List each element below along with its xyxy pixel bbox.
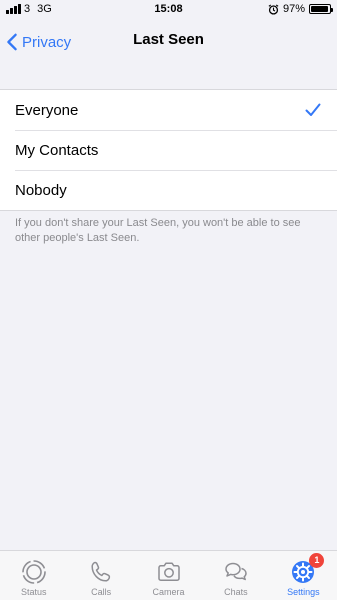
notification-badge: 1 bbox=[309, 553, 325, 568]
battery-percent: 97% bbox=[282, 3, 305, 15]
option-my-contacts[interactable]: My Contacts bbox=[0, 130, 337, 170]
navigation-bar: Privacy Last Seen bbox=[0, 20, 337, 64]
option-everyone[interactable]: Everyone bbox=[0, 90, 337, 130]
tab-calls[interactable]: Calls bbox=[67, 551, 134, 600]
tab-chats[interactable]: Chats bbox=[202, 551, 269, 600]
tab-bar: Status Calls Camera Chats 1 Settings bbox=[0, 550, 337, 600]
chat-bubbles-icon bbox=[225, 562, 247, 581]
status-right: 97% bbox=[268, 3, 333, 15]
tab-label: Chats bbox=[224, 587, 248, 597]
battery-icon bbox=[309, 4, 333, 14]
camera-icon bbox=[157, 562, 180, 582]
footnote-text: If you don't share your Last Seen, you w… bbox=[15, 217, 301, 244]
option-label: My Contacts bbox=[15, 141, 99, 159]
tab-camera[interactable]: Camera bbox=[135, 551, 202, 600]
tab-status[interactable]: Status bbox=[0, 551, 67, 600]
checkmark-icon bbox=[305, 103, 321, 116]
tab-settings[interactable]: 1 Settings bbox=[270, 551, 337, 600]
last-seen-options: Everyone My Contacts Nobody bbox=[0, 89, 337, 211]
status-icon bbox=[21, 560, 46, 584]
option-label: Everyone bbox=[15, 101, 79, 119]
tab-label: Camera bbox=[152, 587, 185, 597]
option-label: Nobody bbox=[15, 181, 67, 199]
tab-label: Status bbox=[20, 587, 47, 597]
tab-label: Settings bbox=[287, 587, 320, 597]
page-title: Last Seen bbox=[133, 31, 204, 48]
phone-icon bbox=[91, 561, 111, 582]
alarm-icon bbox=[268, 3, 279, 15]
tab-label: Calls bbox=[91, 587, 112, 597]
status-bar: 3 3G 15:08 97% bbox=[0, 0, 337, 20]
option-nobody[interactable]: Nobody bbox=[0, 170, 337, 210]
